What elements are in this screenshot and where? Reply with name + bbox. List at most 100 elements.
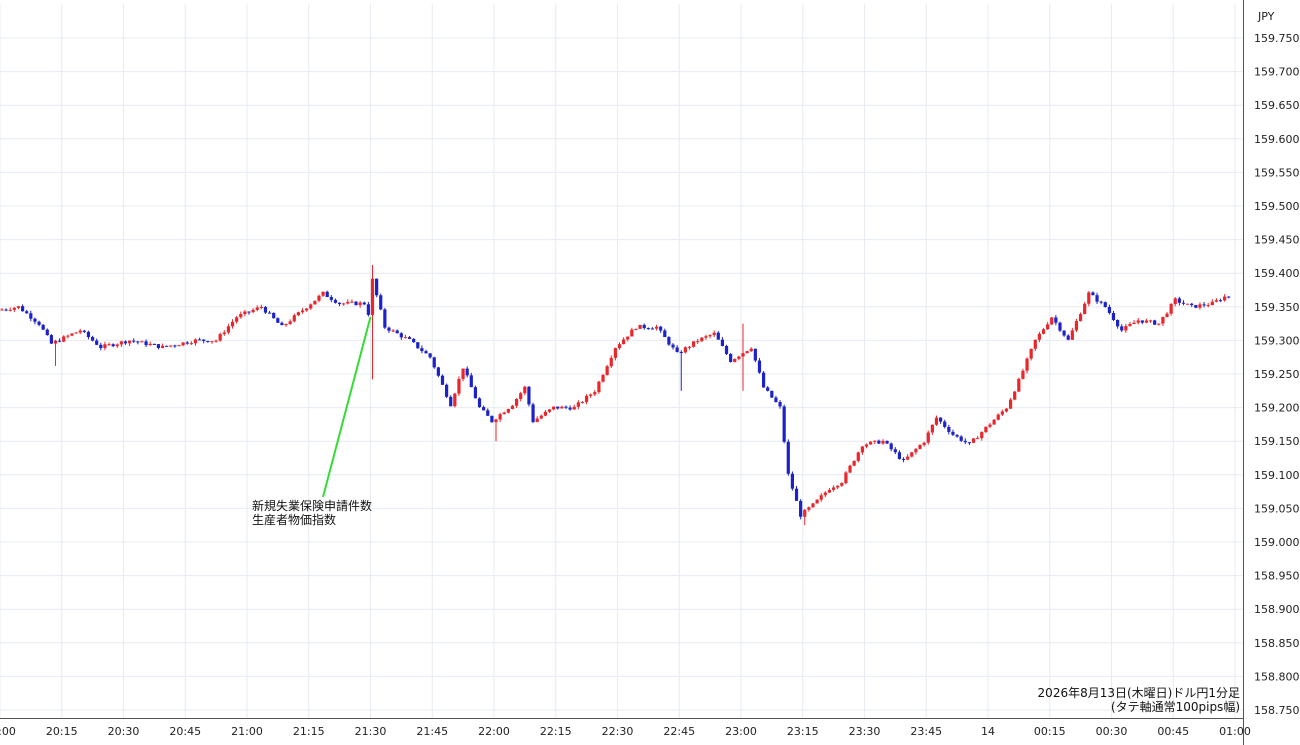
candle-body bbox=[815, 499, 819, 504]
candle-body bbox=[778, 402, 782, 407]
candle-body bbox=[844, 472, 848, 484]
candle-body bbox=[634, 328, 638, 330]
candle bbox=[49, 334, 53, 344]
candle-body bbox=[860, 446, 864, 453]
candle-body bbox=[560, 406, 564, 409]
candle-body bbox=[1223, 296, 1227, 301]
candle bbox=[605, 364, 609, 376]
candle-body bbox=[527, 386, 531, 405]
candle-body bbox=[486, 410, 490, 416]
candle-body bbox=[864, 444, 869, 447]
candle-body bbox=[45, 329, 49, 336]
candle-body bbox=[1198, 304, 1202, 308]
candle bbox=[453, 392, 457, 408]
candle-body bbox=[321, 291, 325, 296]
candle-body bbox=[202, 339, 206, 341]
candle-body bbox=[1202, 304, 1206, 306]
candle-body bbox=[654, 326, 659, 329]
candle-body bbox=[881, 440, 885, 444]
candle-body bbox=[774, 397, 778, 403]
candle-body bbox=[218, 334, 222, 341]
y-tick-label: 158.850 bbox=[1254, 637, 1300, 650]
candle-body bbox=[169, 345, 173, 347]
candle-body bbox=[440, 375, 445, 385]
grid-lines bbox=[0, 0, 1300, 745]
candle-body bbox=[140, 341, 144, 343]
candle bbox=[761, 370, 766, 388]
candle-body bbox=[362, 302, 366, 305]
candle-body bbox=[337, 302, 342, 305]
candle-body bbox=[897, 452, 902, 459]
candle-body bbox=[605, 366, 609, 375]
candle-body bbox=[375, 278, 379, 296]
candle-body bbox=[506, 409, 510, 413]
candle bbox=[379, 293, 383, 311]
candle-body bbox=[313, 300, 317, 305]
candle-body bbox=[1004, 408, 1009, 412]
x-tick-label: 23:15 bbox=[787, 725, 819, 738]
candle bbox=[436, 366, 440, 378]
candle-body bbox=[1128, 324, 1132, 327]
candle bbox=[1013, 391, 1017, 401]
candle-body bbox=[1070, 330, 1074, 340]
candle-body bbox=[160, 345, 165, 348]
candle-body bbox=[259, 307, 263, 309]
candle bbox=[667, 336, 671, 346]
candle-body bbox=[1120, 326, 1124, 331]
candle-body bbox=[272, 312, 276, 319]
candle-body bbox=[893, 449, 897, 453]
candle-body bbox=[1103, 302, 1107, 307]
caption-title: 2026年8月13日(木曜日)ドル円1分足 bbox=[1038, 686, 1240, 700]
x-tick-label: 20:30 bbox=[108, 725, 140, 738]
candle-body bbox=[465, 368, 469, 376]
candle bbox=[354, 301, 358, 306]
candle-body bbox=[90, 337, 95, 341]
candle-body bbox=[1033, 339, 1037, 349]
candle-body bbox=[1148, 320, 1153, 322]
y-tick-label: 159.750 bbox=[1254, 32, 1300, 45]
candle-body bbox=[992, 419, 996, 425]
candle-body bbox=[1058, 322, 1062, 331]
x-tick-label: 21:30 bbox=[355, 725, 387, 738]
candle bbox=[272, 312, 276, 319]
candle-body bbox=[580, 401, 585, 403]
candle-body bbox=[1083, 303, 1087, 315]
candle-body bbox=[1165, 313, 1169, 317]
candle-body bbox=[757, 360, 762, 373]
candle bbox=[724, 344, 729, 355]
candle-body bbox=[395, 330, 399, 334]
candle-body bbox=[745, 351, 749, 354]
candle-body bbox=[173, 345, 177, 347]
x-tick-label: 21:00 bbox=[231, 725, 263, 738]
time-axis: 20:00 20:15 20:30 20:45 21:00 21:15 21:30 21:45… bbox=[0, 725, 1251, 738]
candle-body bbox=[210, 341, 214, 343]
candle-body bbox=[613, 348, 617, 358]
y-tick-label: 159.300 bbox=[1254, 334, 1300, 347]
candle-body bbox=[794, 488, 799, 501]
candle-body bbox=[901, 458, 906, 460]
candle-body bbox=[984, 426, 988, 433]
candle-body bbox=[86, 331, 91, 338]
candle-body bbox=[354, 301, 358, 306]
candle-body bbox=[494, 419, 498, 423]
candle-body bbox=[1181, 302, 1186, 304]
candle-body bbox=[741, 353, 745, 357]
candle bbox=[1083, 301, 1087, 315]
candle-body bbox=[1153, 320, 1157, 325]
candle-body bbox=[543, 411, 547, 416]
candle-body bbox=[206, 340, 210, 343]
candle-body bbox=[74, 332, 78, 334]
candle-body bbox=[445, 384, 449, 397]
candle-body bbox=[926, 432, 930, 443]
candle bbox=[416, 342, 420, 350]
candle-body bbox=[123, 341, 128, 344]
candle-body bbox=[803, 509, 807, 517]
candle-body bbox=[181, 342, 185, 346]
candle-body bbox=[910, 452, 914, 457]
candle-body bbox=[967, 442, 972, 444]
candle-body bbox=[712, 332, 716, 336]
candle bbox=[692, 341, 696, 348]
candle-body bbox=[638, 324, 642, 329]
candle-body bbox=[1132, 322, 1136, 325]
candle-body bbox=[753, 348, 757, 361]
